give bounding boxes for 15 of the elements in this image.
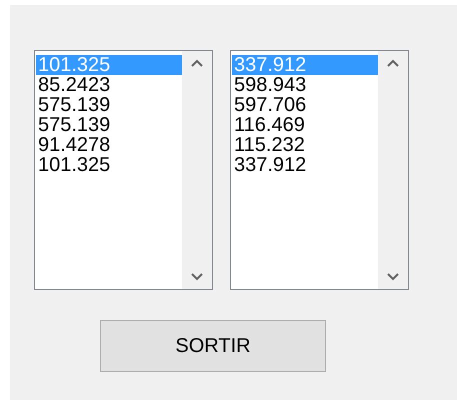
list-item[interactable]: 85.2423 [36, 75, 182, 95]
list-box[interactable]: 337.912 598.943 597.706 116.469 115.232 337.912 [230, 50, 409, 290]
list-item[interactable]: 116.469 [232, 115, 378, 135]
list-item[interactable]: 575.139 [36, 115, 182, 135]
list-item[interactable]: 598.943 [232, 75, 378, 95]
list-item[interactable]: 597.706 [232, 95, 378, 115]
list-item[interactable]: 337.912 [232, 155, 378, 175]
sort-button[interactable]: SORTIR [100, 320, 326, 372]
list-item[interactable]: 575.139 [36, 95, 182, 115]
list-item[interactable]: 101.325 [36, 155, 182, 175]
list-item[interactable]: 115.232 [232, 135, 378, 155]
list-box[interactable]: 101.325 85.2423 575.139 575.139 91.4278 101.325 [34, 50, 213, 290]
scrollbar[interactable] [182, 51, 212, 289]
list-item[interactable]: 91.4278 [36, 135, 182, 155]
scrollbar[interactable] [378, 51, 408, 289]
